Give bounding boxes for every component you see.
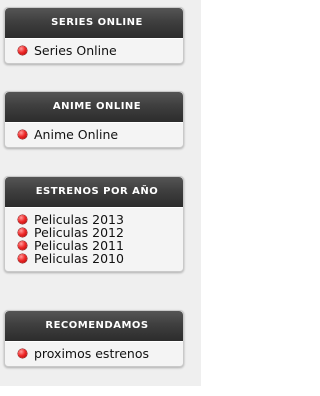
box-header: RECOMENDAMOS: [5, 311, 183, 341]
red-bullet-icon: [18, 46, 27, 55]
link-list: Anime Online: [5, 122, 183, 147]
link-proximos-estrenos[interactable]: proximos estrenos: [5, 347, 183, 360]
red-bullet-icon: [18, 215, 27, 224]
box-title: ANIME ONLINE: [52, 101, 142, 112]
red-bullet-icon: [18, 241, 27, 250]
link-list: Series Online: [5, 38, 183, 63]
link-list: Peliculas 2013 Peliculas 2012 Peliculas …: [5, 207, 183, 271]
red-bullet-icon: [18, 130, 27, 139]
link-peliculas-2010[interactable]: Peliculas 2010: [5, 252, 183, 265]
anime-online-box: ANIME ONLINE Anime Online: [4, 91, 184, 148]
sidebar: SERIES ONLINE Series Online ANIME ONLINE…: [0, 0, 201, 386]
box-title: SERIES ONLINE: [51, 17, 143, 28]
box-title: ESTRENOS POR AÑO: [35, 186, 159, 197]
box-header: ESTRENOS POR AÑO: [5, 177, 183, 207]
recomendamos-box: RECOMENDAMOS proximos estrenos: [4, 310, 184, 367]
estrenos-por-ano-box: ESTRENOS POR AÑO Peliculas 2013 Pelicula…: [4, 176, 184, 272]
box-title: RECOMENDAMOS: [45, 320, 149, 331]
link-anime-online[interactable]: Anime Online: [5, 128, 183, 141]
link-label[interactable]: Series Online: [34, 43, 117, 58]
red-bullet-icon: [18, 228, 27, 237]
link-label[interactable]: proximos estrenos: [34, 346, 149, 361]
link-label[interactable]: Anime Online: [34, 127, 118, 142]
link-label[interactable]: Peliculas 2010: [34, 251, 124, 266]
red-bullet-icon: [18, 254, 27, 263]
link-series-online[interactable]: Series Online: [5, 44, 183, 57]
link-list: proximos estrenos: [5, 341, 183, 366]
box-header: SERIES ONLINE: [5, 8, 183, 38]
red-bullet-icon: [18, 349, 27, 358]
series-online-box: SERIES ONLINE Series Online: [4, 7, 184, 64]
box-header: ANIME ONLINE: [5, 92, 183, 122]
